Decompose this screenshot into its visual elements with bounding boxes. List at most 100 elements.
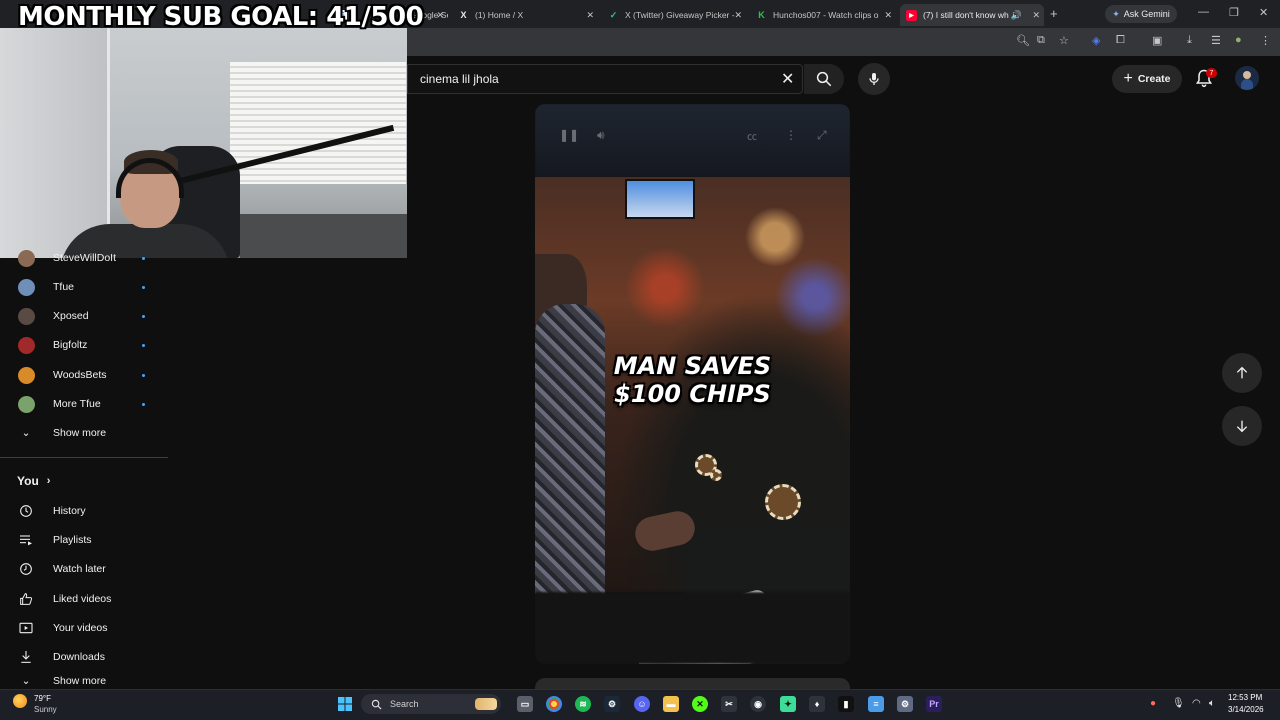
weather-sun-icon[interactable] — [13, 694, 27, 708]
audio-playing-icon[interactable]: 🔊 — [1011, 10, 1022, 21]
youtube-icon: ▶ — [906, 9, 917, 21]
task-view-icon[interactable]: ▭ — [517, 696, 533, 712]
webcam-overlay — [0, 28, 407, 258]
bookmark-star-icon[interactable]: ☆ — [1059, 34, 1069, 47]
search-highlight-icon — [475, 698, 497, 710]
terminal-icon[interactable]: ▮ — [838, 696, 854, 712]
tray-app-icon[interactable]: ● — [1150, 698, 1156, 709]
volume-icon[interactable]: 🔈︎ — [1209, 698, 1215, 709]
xbox-icon[interactable]: ✕ — [692, 696, 708, 712]
close-tab-icon[interactable]: ✕ — [884, 10, 892, 21]
close-tab-icon[interactable]: ✕ — [586, 10, 594, 21]
windows-start-icon[interactable] — [337, 696, 353, 712]
more-options-icon[interactable]: ⋮ — [785, 128, 797, 142]
voice-search-button[interactable] — [858, 63, 890, 95]
sidebar-item-label: Show more — [53, 675, 107, 687]
browser-menu-icon[interactable]: ⋮ — [1260, 34, 1271, 47]
channel-avatar — [17, 366, 35, 384]
ask-gemini-button[interactable]: ✦ Ask Gemini — [1105, 5, 1177, 23]
account-avatar[interactable] — [1235, 66, 1259, 90]
sidebar-show-more[interactable]: ⌄ Show more — [0, 419, 168, 447]
sidebar-subscription-item[interactable]: Tfue — [0, 273, 168, 301]
sidebar-subscription-item[interactable]: Xposed — [0, 302, 168, 330]
sidebar-item-label: Tfue — [53, 281, 75, 293]
profile-icon[interactable]: ● — [1235, 34, 1242, 46]
obs-icon[interactable]: ◉ — [750, 696, 766, 712]
download-icon[interactable]: ⤓ — [1187, 34, 1192, 47]
install-app-icon[interactable]: ⧉ — [1037, 34, 1045, 47]
browser-tab[interactable]: ✓ X (Twitter) Giveaway Picker - ✕ — [602, 4, 746, 26]
close-tab-icon[interactable]: ✕ — [436, 10, 444, 21]
chrome-icon[interactable] — [546, 696, 562, 712]
taskbar-search-box[interactable]: Search — [361, 694, 501, 714]
sidebar-item-label: Bigfoltz — [53, 339, 88, 351]
sidebar-item-watch-later[interactable]: Watch later — [0, 555, 168, 583]
sidebar-item-playlists[interactable]: Playlists — [0, 526, 168, 554]
new-tab-button[interactable]: + — [1050, 6, 1058, 21]
wifi-icon[interactable]: ◠ — [1192, 698, 1201, 709]
sidebar-item-downloads[interactable]: Downloads — [0, 643, 168, 671]
kick-icon: K — [758, 10, 765, 20]
minimize-window-icon[interactable]: — — [1198, 6, 1209, 18]
app-icon[interactable]: ♦ — [809, 696, 825, 712]
sidebar-subscription-item[interactable]: WoodsBets — [0, 361, 168, 389]
caption-line: $100 CHIPS — [614, 380, 771, 408]
sidebar-item-label: Show more — [53, 427, 107, 439]
video-frame-tv — [625, 179, 695, 219]
previous-short-button[interactable] — [1222, 353, 1262, 393]
clear-search-icon[interactable]: ✕ — [781, 69, 794, 89]
plus-icon: + — [1123, 70, 1133, 87]
shorts-video-player[interactable]: ❚❚ 🔊︎ ㏄ ⋮ ⤢ MAN SAVES $100 CHIPS — [535, 104, 850, 664]
giveaway-picker-icon: ✓ — [609, 9, 618, 20]
file-explorer-icon[interactable]: ▬ — [663, 696, 679, 712]
close-tab-icon[interactable]: ✕ — [734, 10, 742, 21]
microphone-icon[interactable]: 🎙︎ — [1172, 698, 1185, 709]
spotify-icon[interactable]: ≋ — [575, 696, 591, 712]
weather-description[interactable]: Sunny — [34, 705, 57, 714]
captions-icon[interactable]: ㏄ — [747, 128, 757, 143]
next-short-button[interactable] — [1222, 406, 1262, 446]
volume-icon[interactable]: 🔊︎ — [597, 128, 605, 143]
sidebar-you-heading[interactable]: You › — [17, 474, 50, 488]
restore-window-icon[interactable]: ❐ — [1229, 6, 1239, 19]
pause-icon[interactable]: ❚❚ — [559, 128, 579, 142]
video-caption-text: MAN SAVES $100 CHIPS — [535, 352, 850, 408]
search-input[interactable]: cinema lil jhola — [407, 64, 803, 94]
browser-tab-active[interactable]: ▶ (7) I still don't know wh 🔊 ✕ — [900, 4, 1044, 26]
zoom-icon[interactable]: 🔍︎ — [1016, 34, 1030, 47]
browser-tab[interactable]: K Hunchos007 - Watch clips o ✕ — [750, 4, 896, 26]
sidebar-you-show-more[interactable]: ⌄ Show more — [0, 673, 168, 689]
close-tab-icon[interactable]: ✕ — [1032, 10, 1040, 21]
search-button[interactable] — [804, 64, 844, 94]
sidebar-subscription-item[interactable]: Bigfoltz — [0, 331, 168, 359]
capcut-icon[interactable]: ✂ — [721, 696, 737, 712]
chat-app-icon[interactable]: ✦ — [780, 696, 796, 712]
settings-icon[interactable]: ⚙ — [897, 696, 913, 712]
sidebar-item-history[interactable]: History — [0, 497, 168, 525]
chevron-down-icon: ⌄ — [21, 427, 31, 439]
extension-icon[interactable]: ◈ — [1092, 34, 1100, 47]
arrow-down-icon — [1236, 420, 1248, 433]
search-input-value: cinema lil jhola — [420, 72, 499, 86]
sidebar-subscription-item[interactable]: More Tfue — [0, 390, 168, 418]
sidebar-subscription-item[interactable]: SteveWillDoIt — [0, 244, 168, 272]
tab-search-icon[interactable]: ☰ — [1211, 34, 1221, 47]
discord-icon[interactable]: ☺ — [634, 696, 650, 712]
arrow-up-icon — [1236, 366, 1248, 379]
sidebar-item-your-videos[interactable]: Your videos — [0, 614, 168, 642]
webcam-desk — [240, 214, 407, 258]
steam-icon[interactable]: ⚙ — [604, 696, 620, 712]
taskbar-clock-time[interactable]: 12:53 PM — [1228, 693, 1262, 702]
side-panel-icon[interactable]: ▣ — [1152, 34, 1162, 47]
close-window-icon[interactable]: ✕ — [1259, 6, 1268, 19]
extensions-puzzle-icon[interactable]: ⧠ — [1116, 34, 1125, 47]
notification-badge: 7 — [1206, 68, 1217, 78]
sidebar-item-liked-videos[interactable]: Liked videos — [0, 585, 168, 613]
create-button[interactable]: + Create — [1112, 65, 1182, 93]
fullscreen-icon[interactable]: ⤢ — [817, 128, 827, 143]
premiere-pro-icon[interactable]: Pr — [926, 696, 942, 712]
notepad-icon[interactable]: ≡ — [868, 696, 884, 712]
browser-tab[interactable]: X (1) Home / X ✕ — [452, 4, 598, 26]
taskbar-clock-date[interactable]: 3/14/2026 — [1228, 705, 1264, 714]
weather-temperature[interactable]: 79°F — [34, 694, 51, 703]
